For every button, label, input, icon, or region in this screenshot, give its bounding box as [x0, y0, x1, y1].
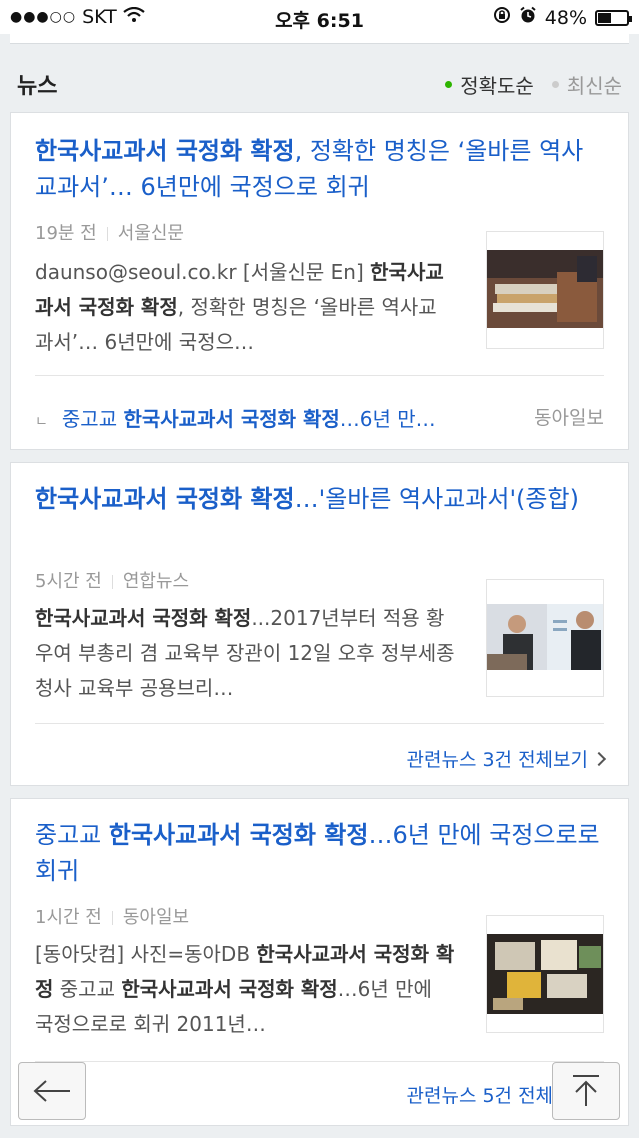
sub-text: …6년 만…: [339, 407, 436, 431]
news-section-header: 뉴스 정확도순 최신순: [17, 60, 622, 100]
headline-text: …'올바른 역사교과서'(종합): [294, 485, 579, 513]
meta-separator: [111, 575, 113, 589]
headline-highlight: 한국사교과서 국정화 확정: [35, 137, 295, 165]
scroll-top-button[interactable]: [552, 1062, 620, 1120]
news-snippet[interactable]: daunso@seoul.co.kr [서울신문 En] 한국사교과서 국정화 …: [35, 255, 455, 360]
news-time: 19분 전: [35, 223, 97, 244]
news-thumbnail[interactable]: [486, 231, 604, 349]
sort-accuracy[interactable]: 정확도순: [445, 70, 534, 99]
previous-card-edge: [10, 34, 629, 44]
headline-highlight: 한국사교과서 국정화 확정: [108, 821, 369, 849]
headline-highlight: 한국사교과서 국정화 확정: [35, 485, 295, 513]
news-headline-link[interactable]: 한국사교과서 국정화 확정, 정확한 명칭은 ‘올바른 역사교과서’… 6년만에…: [35, 133, 604, 205]
news-time: 1시간 전: [35, 907, 102, 928]
snippet-highlight: 한국사교과서 국정화 확정: [121, 977, 338, 1001]
news-source[interactable]: 연합뉴스: [123, 571, 189, 592]
status-right: 48%: [493, 6, 632, 29]
news-source[interactable]: 동아일보: [123, 907, 189, 928]
meta-separator: [106, 227, 108, 241]
battery-fill: [598, 12, 612, 23]
news-headline-link[interactable]: 중고교 한국사교과서 국정화 확정…6년 만에 국정으로로 회귀: [35, 817, 604, 889]
card-divider: [35, 723, 604, 724]
related-sub-article[interactable]: ㄴ 중고교 한국사교과서 국정화 확정…6년 만… 동아일보: [35, 403, 604, 432]
sort-accuracy-label: 정확도순: [460, 74, 534, 98]
section-title: 뉴스: [17, 74, 58, 99]
headline-prefix: 중고교: [35, 821, 109, 849]
news-card: 한국사교과서 국정화 확정, 정확한 명칭은 ‘올바른 역사교과서’… 6년만에…: [10, 112, 629, 450]
chevron-right-icon: [591, 751, 607, 766]
snippet-highlight: 한국사교과서 국정화 확정: [35, 606, 252, 630]
sort-latest[interactable]: 최신순: [551, 70, 622, 99]
textbooks-photo-image: [487, 934, 603, 1014]
news-thumbnail[interactable]: [486, 579, 604, 697]
news-meta: 19분 전 서울신문: [35, 219, 184, 245]
active-dot-icon: [445, 81, 453, 88]
related-news-link[interactable]: 관련뉴스 3건 전체보기: [406, 745, 607, 772]
news-card: 한국사교과서 국정화 확정…'올바른 역사교과서'(종합) 5시간 전 연합뉴스 …: [10, 462, 629, 786]
alarm-icon: [519, 6, 537, 29]
sub-prefix: 중고교: [61, 407, 124, 431]
sub-corner-icon: ㄴ: [35, 414, 48, 430]
press-briefing-photo-image: [487, 604, 603, 670]
news-snippet[interactable]: [동아닷컴] 사진=동아DB 한국사교과서 국정화 확정 중고교 한국사교과서 …: [35, 937, 455, 1042]
sub-highlight: 한국사교과서 국정화 확정: [123, 407, 340, 431]
news-meta: 5시간 전 연합뉴스: [35, 567, 189, 593]
snippet-prefix: [동아닷컴] 사진=동아DB: [35, 942, 257, 966]
arrow-left-icon: [33, 1080, 70, 1102]
sort-latest-label: 최신순: [566, 74, 622, 98]
rotation-lock-icon: [493, 6, 511, 29]
related-news-label: 관련뉴스 3건 전체보기: [406, 749, 589, 771]
news-source[interactable]: 서울신문: [118, 223, 184, 244]
arrow-up-to-top-icon: [573, 1075, 599, 1106]
card-divider: [35, 375, 604, 376]
news-headline-link[interactable]: 한국사교과서 국정화 확정…'올바른 역사교과서'(종합): [35, 481, 604, 517]
back-button[interactable]: [18, 1062, 86, 1120]
books-photo-image: [487, 250, 603, 328]
inactive-dot-icon: [551, 81, 559, 88]
status-bar: ●●●○○ SKT 오후 6:51 48%: [0, 0, 639, 34]
news-thumbnail[interactable]: [486, 915, 604, 1033]
sort-options: 정확도순 최신순: [445, 70, 622, 99]
news-card: 중고교 한국사교과서 국정화 확정…6년 만에 국정으로로 회귀 1시간 전 동아…: [10, 798, 629, 1126]
card-divider: [35, 1061, 604, 1062]
news-time: 5시간 전: [35, 571, 102, 592]
snippet-mid: 중고교: [53, 977, 122, 1001]
news-meta: 1시간 전 동아일보: [35, 903, 189, 929]
battery-percent: 48%: [544, 6, 587, 29]
snippet-prefix: daunso@seoul.co.kr [서울신문 En]: [35, 260, 371, 284]
news-snippet[interactable]: 한국사교과서 국정화 확정...2017년부터 적용 황우여 부총리 겸 교육부…: [35, 601, 455, 706]
sub-source[interactable]: 동아일보: [534, 403, 604, 430]
battery-icon: [595, 9, 632, 26]
meta-separator: [111, 911, 113, 925]
